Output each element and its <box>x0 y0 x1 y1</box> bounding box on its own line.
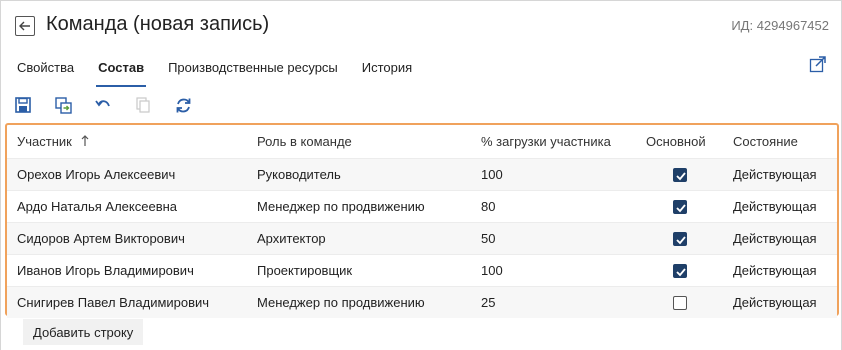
record-id: ИД: 4294967452 <box>731 18 829 33</box>
cell-primary <box>636 189 723 222</box>
cell-load[interactable]: 50 <box>471 221 636 254</box>
toolbar <box>13 95 213 115</box>
save-and-copy-button[interactable] <box>53 95 73 115</box>
table-row[interactable]: Орехов Игорь Алексеевич Руководитель 100 Де… <box>7 157 837 190</box>
back-button[interactable] <box>15 16 35 36</box>
copy-icon <box>136 97 150 113</box>
cell-role[interactable]: Проектировщик <box>247 253 471 286</box>
refresh-icon <box>176 98 190 112</box>
table-row[interactable]: Ардо Наталья Алексеевна Менеджер по продв… <box>7 189 837 222</box>
column-header-member[interactable]: Участник <box>7 125 247 158</box>
cell-load[interactable]: 100 <box>471 157 636 190</box>
cell-load[interactable]: 80 <box>471 189 636 222</box>
refresh-button[interactable] <box>173 95 193 115</box>
cell-load[interactable]: 100 <box>471 253 636 286</box>
cell-member[interactable]: Ардо Наталья Алексеевна <box>7 189 247 222</box>
tab-production-resources[interactable]: Производственные ресурсы <box>168 59 338 87</box>
primary-checkbox[interactable] <box>672 167 687 182</box>
primary-checkbox[interactable] <box>672 199 687 214</box>
cell-state[interactable]: Действующая <box>723 285 837 318</box>
checkmark-icon <box>675 236 686 245</box>
primary-checkbox[interactable] <box>672 263 687 278</box>
open-external-icon <box>809 56 826 73</box>
cell-primary <box>636 285 723 318</box>
tab-bar: Свойства Состав Производственные ресурсы… <box>17 59 436 87</box>
tab-history[interactable]: История <box>362 59 412 87</box>
cell-role[interactable]: Архитектор <box>247 221 471 254</box>
sort-ascending-icon <box>82 134 89 146</box>
table-row[interactable]: Снигирев Павел Владимирович Менеджер по п… <box>7 285 837 318</box>
save-icon <box>15 97 31 113</box>
checkmark-icon <box>675 172 686 181</box>
cell-state[interactable]: Действующая <box>723 189 837 222</box>
table-row[interactable]: Иванов Игорь Владимирович Проектировщик 10… <box>7 253 837 286</box>
team-members-grid: Участник Роль в команде % загрузки участ… <box>5 123 839 318</box>
cell-role[interactable]: Руководитель <box>247 157 471 190</box>
save-button[interactable] <box>13 95 33 115</box>
cell-member[interactable]: Снигирев Павел Владимирович <box>7 285 247 318</box>
record-window: Команда (новая запись) ИД: 4294967452 Св… <box>0 0 842 350</box>
table-header-row: Участник Роль в команде % загрузки участ… <box>7 125 837 158</box>
save-and-copy-icon <box>54 96 72 114</box>
table-row[interactable]: Сидоров Артем Викторович Архитектор 50 Дейс… <box>7 221 837 254</box>
cell-primary <box>636 253 723 286</box>
column-header-label: Участник <box>17 133 72 149</box>
open-in-new-window-button[interactable] <box>809 55 827 73</box>
cell-primary <box>636 157 723 190</box>
undo-icon <box>95 100 110 107</box>
cell-member[interactable]: Сидоров Артем Викторович <box>7 221 247 254</box>
copy-button[interactable] <box>133 95 153 115</box>
column-header-role[interactable]: Роль в команде <box>247 125 471 158</box>
undo-button[interactable] <box>93 95 113 115</box>
members-table: Участник Роль в команде % загрузки участ… <box>7 125 837 318</box>
column-header-load[interactable]: % загрузки участника <box>471 125 636 158</box>
column-header-state[interactable]: Состояние <box>723 125 837 158</box>
arrow-left-icon <box>19 21 30 31</box>
cell-state[interactable]: Действующая <box>723 253 837 286</box>
primary-checkbox[interactable] <box>672 296 687 311</box>
column-header-primary[interactable]: Основной <box>636 125 723 158</box>
tab-composition[interactable]: Состав <box>96 59 147 87</box>
tab-properties[interactable]: Свойства <box>17 59 74 87</box>
primary-checkbox[interactable] <box>672 231 687 246</box>
cell-member[interactable]: Иванов Игорь Владимирович <box>7 253 247 286</box>
cell-primary <box>636 221 723 254</box>
checkmark-icon <box>675 268 686 277</box>
cell-state[interactable]: Действующая <box>723 157 837 190</box>
checkmark-icon <box>675 204 686 213</box>
cell-role[interactable]: Менеджер по продвижению <box>247 285 471 318</box>
cell-member[interactable]: Орехов Игорь Алексеевич <box>7 157 247 190</box>
cell-load[interactable]: 25 <box>471 285 636 318</box>
page-title: Команда (новая запись) <box>46 13 270 35</box>
cell-state[interactable]: Действующая <box>723 221 837 254</box>
table-body: Орехов Игорь Алексеевич Руководитель 100 Де… <box>7 157 837 318</box>
cell-role[interactable]: Менеджер по продвижению <box>247 189 471 222</box>
add-row-button[interactable]: Добавить строку <box>23 319 144 345</box>
